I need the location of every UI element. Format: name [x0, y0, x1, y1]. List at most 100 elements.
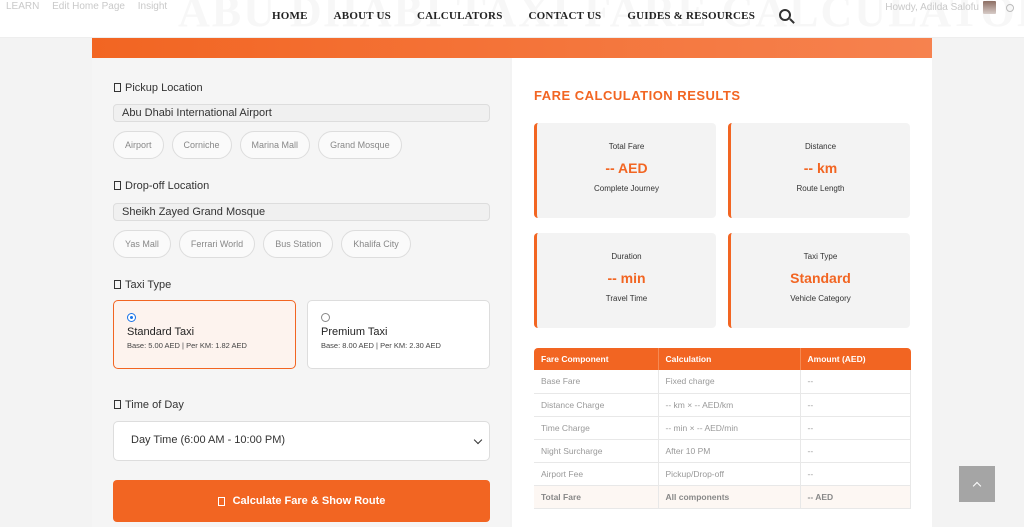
table-row: Airport Fee Pickup/Drop-off -- — [534, 462, 911, 486]
taxi-icon — [114, 280, 121, 289]
fare-breakdown-table: Fare Component Calculation Amount (AED) … — [534, 348, 911, 509]
card-label: Duration — [611, 252, 642, 261]
table-row: Night Surcharge After 10 PM -- — [534, 439, 911, 463]
table-row: Distance Charge -- km × -- AED/km -- — [534, 393, 911, 417]
card-sub: Travel Time — [605, 294, 648, 303]
accent-band — [92, 38, 932, 58]
results-panel: FARE CALCULATION RESULTS Total Fare -- A… — [512, 58, 932, 527]
card-sub: Complete Journey — [594, 184, 659, 193]
table-row: Base Fare Fixed charge -- — [534, 370, 911, 394]
dropoff-label: Drop-off Location — [114, 180, 209, 192]
table-cell: Night Surcharge — [534, 439, 659, 463]
nav-guides-resources[interactable]: GUIDES & RESOURCES — [627, 10, 755, 22]
header: LEARN Edit Home Page Insight ABU DHABI T… — [0, 0, 1024, 38]
table-cell: Fixed charge — [658, 370, 801, 394]
table-cell: Airport Fee — [534, 462, 659, 486]
table-cell: Time Charge — [534, 416, 659, 440]
result-card-taxi-type: Taxi Type Standard Vehicle Category — [728, 233, 910, 328]
table-cell: Pickup/Drop-off — [658, 462, 801, 486]
dropoff-icon — [114, 181, 121, 190]
table-cell: Base Fare — [534, 370, 659, 394]
dropoff-chip-bus-station[interactable]: Bus Station — [263, 230, 334, 258]
table-cell: -- — [800, 416, 911, 440]
table-cell: -- km × -- AED/km — [658, 393, 801, 417]
card-value: -- km — [803, 160, 838, 176]
howdy-text: Howdy, Adilda Salofu — [885, 2, 979, 13]
search-icon[interactable] — [779, 8, 792, 21]
pickup-icon — [114, 83, 121, 92]
table-header-row: Fare Component Calculation Amount (AED) — [534, 348, 911, 370]
nav-contact-us[interactable]: CONTACT US — [529, 10, 602, 22]
card-label: Distance — [804, 142, 837, 151]
column-header: Fare Component — [534, 348, 659, 370]
table-cell: -- — [800, 393, 911, 417]
admin-bar: LEARN Edit Home Page Insight — [6, 1, 177, 12]
time-of-day-label: Time of Day — [114, 399, 184, 411]
admin-link-learn[interactable]: LEARN — [6, 1, 39, 12]
card-label: Total Fare — [608, 142, 645, 151]
results-title: FARE CALCULATION RESULTS — [534, 88, 741, 103]
taxi-option-name: Premium Taxi — [321, 326, 388, 338]
calculate-fare-button[interactable]: Calculate Fare & Show Route — [113, 480, 490, 522]
radio-premium[interactable] — [321, 313, 330, 322]
table-cell: Total Fare — [534, 485, 659, 509]
table-row: Time Charge -- min × -- AED/min -- — [534, 416, 911, 440]
taxi-option-rate: Base: 5.00 AED | Per KM: 1.82 AED — [127, 341, 247, 350]
calculate-fare-label: Calculate Fare & Show Route — [232, 495, 386, 507]
fare-form: Pickup Location Abu Dhabi International … — [92, 58, 510, 527]
card-value: -- min — [607, 270, 646, 286]
nav-home[interactable]: HOME — [272, 10, 308, 22]
chevron-down-icon — [473, 435, 483, 445]
admin-search-icon[interactable] — [1006, 3, 1014, 12]
taxi-option-standard[interactable]: Standard Taxi Base: 5.00 AED | Per KM: 1… — [113, 300, 296, 369]
pickup-chip-corniche[interactable]: Corniche — [171, 131, 232, 159]
scroll-to-top-button[interactable] — [959, 466, 995, 502]
pickup-chip-marina-mall[interactable]: Marina Mall — [239, 131, 311, 159]
pickup-label: Pickup Location — [114, 82, 203, 94]
card-label: Taxi Type — [803, 252, 838, 261]
table-cell: -- — [800, 462, 911, 486]
time-of-day-value: Day Time (6:00 AM - 10:00 PM) — [131, 434, 286, 446]
calculator-icon — [217, 496, 225, 506]
column-header: Amount (AED) — [800, 348, 911, 370]
result-card-duration: Duration -- min Travel Time — [534, 233, 716, 328]
taxi-option-name: Standard Taxi — [127, 326, 195, 338]
table-cell: All components — [658, 485, 801, 509]
clock-icon — [114, 400, 121, 409]
table-cell: Distance Charge — [534, 393, 659, 417]
card-sub: Vehicle Category — [790, 294, 851, 303]
time-of-day-select[interactable]: Day Time (6:00 AM - 10:00 PM) — [113, 421, 490, 461]
dropoff-chip-yas-mall[interactable]: Yas Mall — [113, 230, 171, 258]
table-cell: -- — [800, 370, 911, 394]
dropoff-chip-ferrari-world[interactable]: Ferrari World — [178, 230, 256, 258]
taxi-option-premium[interactable]: Premium Taxi Base: 8.00 AED | Per KM: 2.… — [307, 300, 490, 369]
table-cell: -- min × -- AED/min — [658, 416, 801, 440]
user-greeting[interactable]: Howdy, Adilda Salofu — [885, 1, 1014, 14]
pickup-chip-grand-mosque[interactable]: Grand Mosque — [318, 131, 402, 159]
result-card-total-fare: Total Fare -- AED Complete Journey — [534, 123, 716, 218]
pickup-chip-airport[interactable]: Airport — [113, 131, 164, 159]
radio-standard[interactable] — [127, 313, 136, 322]
taxi-type-label: Taxi Type — [114, 279, 171, 291]
table-cell: After 10 PM — [658, 439, 801, 463]
table-total-row: Total Fare All components -- AED — [534, 485, 911, 509]
main-nav: HOME ABOUT US CALCULATORS CONTACT US GUI… — [272, 8, 792, 22]
column-header: Calculation — [658, 348, 801, 370]
card-value: -- AED — [605, 160, 648, 176]
avatar[interactable] — [983, 1, 996, 14]
dropoff-input[interactable]: Sheikh Zayed Grand Mosque — [113, 203, 490, 221]
nav-about-us[interactable]: ABOUT US — [334, 10, 391, 22]
taxi-option-rate: Base: 8.00 AED | Per KM: 2.30 AED — [321, 341, 441, 350]
table-cell: -- — [800, 439, 911, 463]
pickup-quick-chips: Airport Corniche Marina Mall Grand Mosqu… — [113, 131, 410, 159]
card-sub: Route Length — [796, 184, 845, 193]
card-value: Standard — [790, 270, 851, 286]
admin-link-edit-page[interactable]: Edit Home Page — [52, 1, 125, 12]
dropoff-quick-chips: Yas Mall Ferrari World Bus Station Khali… — [113, 230, 419, 258]
result-card-distance: Distance -- km Route Length — [728, 123, 910, 218]
dropoff-chip-khalifa-city[interactable]: Khalifa City — [341, 230, 411, 258]
admin-link-insight[interactable]: Insight — [138, 1, 167, 12]
pickup-input[interactable]: Abu Dhabi International Airport — [113, 104, 490, 122]
table-cell: -- AED — [800, 485, 911, 509]
nav-calculators[interactable]: CALCULATORS — [417, 10, 503, 22]
